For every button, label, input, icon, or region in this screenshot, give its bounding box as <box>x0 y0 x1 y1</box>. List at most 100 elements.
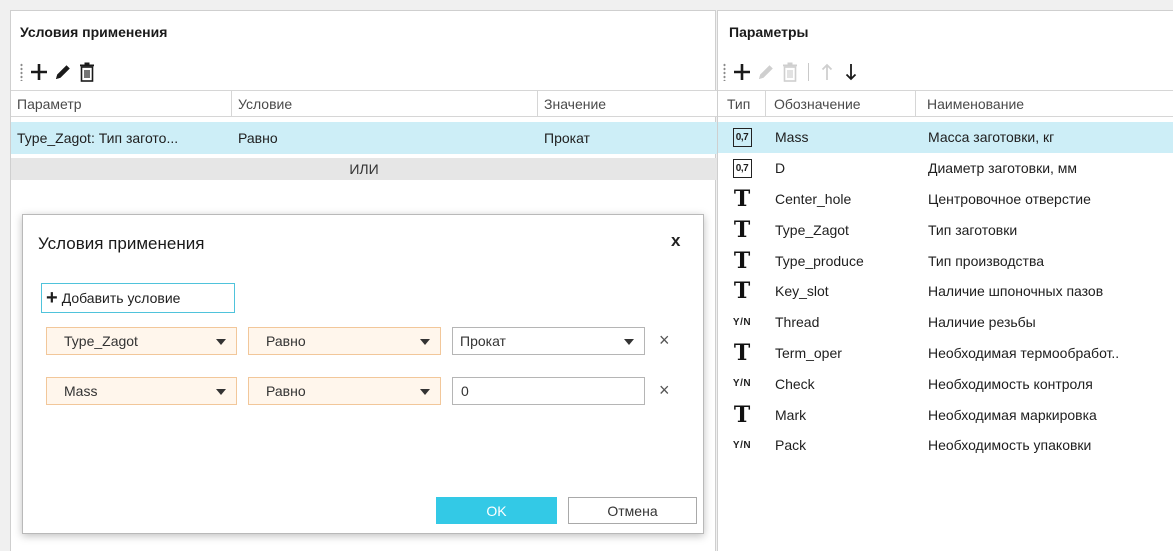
conditions-table-header: Параметр Условие Значение <box>11 90 717 117</box>
row-type: T <box>718 184 766 215</box>
select-value: Равно <box>266 383 306 399</box>
row-description: Тип заготовки <box>928 221 1018 238</box>
plus-icon: + <box>46 287 58 309</box>
row-type: 0,7 <box>718 153 766 184</box>
row-designation: Mark <box>775 406 807 423</box>
parameters-panel: Параметры Тип Обозначение Наименование 0… <box>717 10 1173 551</box>
add-icon[interactable] <box>730 61 754 83</box>
dialog-title: Условия применения <box>38 234 205 253</box>
row-description: Необходимость упаковки <box>928 437 1092 454</box>
remove-condition-icon[interactable]: × <box>659 380 670 401</box>
move-up-icon[interactable] <box>815 61 839 83</box>
table-row[interactable]: Type_Zagot: Тип загото... Равно Прокат <box>11 122 717 154</box>
table-row[interactable]: T Term_oper Необходимая термообработ.. <box>718 338 1173 369</box>
text-icon: T <box>733 339 751 366</box>
text-icon: T <box>733 185 751 212</box>
parameters-toolbar <box>723 61 863 83</box>
column-header-condition[interactable]: Условие <box>232 91 538 116</box>
table-row[interactable]: Y/N Check Необходимость контроля <box>718 368 1173 399</box>
row-designation: Center_hole <box>775 190 852 207</box>
table-row[interactable]: 0,7 Mass Масса заготовки, кг <box>718 122 1173 153</box>
delete-icon[interactable] <box>75 61 99 83</box>
remove-condition-icon[interactable]: × <box>659 330 670 351</box>
table-row[interactable]: T Mark Необходимая маркировка <box>718 399 1173 430</box>
boolean-icon: Y/N <box>732 378 752 390</box>
row-type: 0,7 <box>718 122 766 153</box>
conditions-toolbar <box>20 61 99 83</box>
condition-operator-select[interactable]: Равно <box>248 377 441 405</box>
row-description: Необходимость контроля <box>928 375 1093 392</box>
toolbar-separator <box>808 63 809 81</box>
row-designation: Mass <box>775 129 809 146</box>
toolbar-grip[interactable] <box>20 63 23 81</box>
condition-operator-select[interactable]: Равно <box>248 327 441 355</box>
table-row[interactable]: T Type_produce Тип производства <box>718 245 1173 276</box>
column-header-type[interactable]: Тип <box>718 91 766 116</box>
table-row[interactable]: T Center_hole Центровочное отверстие <box>718 184 1173 215</box>
boolean-icon: Y/N <box>732 316 752 328</box>
table-row[interactable]: T Key_slot Наличие шпоночных пазов <box>718 276 1173 307</box>
chevron-down-icon <box>216 339 226 345</box>
row-designation: D <box>775 160 786 177</box>
edit-icon[interactable] <box>51 61 75 83</box>
row-type: T <box>718 338 766 369</box>
add-condition-label: Добавить условие <box>61 290 181 306</box>
row-value: Прокат <box>544 130 590 146</box>
column-header-parameter[interactable]: Параметр <box>11 91 232 116</box>
row-description: Необходимая термообработ.. <box>928 344 1120 361</box>
table-row[interactable]: Y/N Thread Наличие резьбы <box>718 307 1173 338</box>
row-designation: Key_slot <box>775 283 829 300</box>
row-type: T <box>718 399 766 430</box>
chevron-down-icon <box>216 389 226 395</box>
number-icon: 0,7 <box>732 158 752 178</box>
row-designation: Term_oper <box>775 344 842 361</box>
table-row[interactable]: Y/N Pack Необходимость упаковки <box>718 430 1173 461</box>
add-icon[interactable] <box>27 61 51 83</box>
row-condition: Равно <box>238 130 278 146</box>
cancel-button[interactable]: Отмена <box>568 497 697 524</box>
text-icon: T <box>733 247 751 274</box>
condition-parameter-select[interactable]: Type_Zagot <box>46 327 237 355</box>
select-value: Type_Zagot <box>64 333 138 349</box>
row-type: Y/N <box>718 368 766 399</box>
row-description: Диаметр заготовки, мм <box>928 160 1078 177</box>
edit-icon[interactable] <box>754 61 778 83</box>
row-type: Y/N <box>718 307 766 338</box>
parameters-table-header: Тип Обозначение Наименование <box>718 90 1173 117</box>
row-designation: Type_produce <box>775 252 864 269</box>
or-separator: ИЛИ <box>11 158 717 180</box>
row-description: Центровочное отверстие <box>928 190 1091 207</box>
row-description: Тип производства <box>928 252 1045 269</box>
table-row[interactable]: 0,7 D Диаметр заготовки, мм <box>718 153 1173 184</box>
row-type: T <box>718 276 766 307</box>
column-header-value[interactable]: Значение <box>538 91 717 116</box>
delete-icon[interactable] <box>778 61 802 83</box>
boolean-icon: Y/N <box>732 439 752 451</box>
number-icon: 0,7 <box>732 127 752 147</box>
select-value: Прокат <box>460 333 506 349</box>
conditions-dialog: Условия применения x + Добавить условие … <box>22 214 704 534</box>
parameters-panel-title: Параметры <box>729 24 809 40</box>
toolbar-grip[interactable] <box>723 63 726 81</box>
select-value: Равно <box>266 333 306 349</box>
row-description: Наличие шпоночных пазов <box>928 283 1104 300</box>
row-designation: Check <box>775 375 815 392</box>
add-condition-button[interactable]: + Добавить условие <box>41 283 235 313</box>
ok-button[interactable]: OK <box>436 497 557 524</box>
condition-value-select[interactable]: Прокат <box>452 327 645 355</box>
row-parameter: Type_Zagot: Тип загото... <box>17 130 179 146</box>
row-designation: Pack <box>775 437 807 454</box>
row-designation: Thread <box>775 314 820 331</box>
select-value: Mass <box>64 383 98 399</box>
condition-parameter-select[interactable]: Mass <box>46 377 237 405</box>
move-down-icon[interactable] <box>839 61 863 83</box>
condition-value-input[interactable]: 0 <box>452 377 645 405</box>
row-type: T <box>718 245 766 276</box>
text-icon: T <box>733 278 751 305</box>
row-description: Наличие резьбы <box>928 314 1036 331</box>
close-icon[interactable]: x <box>671 231 680 251</box>
chevron-down-icon <box>420 339 430 345</box>
table-row[interactable]: T Type_Zagot Тип заготовки <box>718 214 1173 245</box>
column-header-designation[interactable]: Обозначение <box>766 91 916 116</box>
column-header-name[interactable]: Наименование <box>916 91 1173 116</box>
